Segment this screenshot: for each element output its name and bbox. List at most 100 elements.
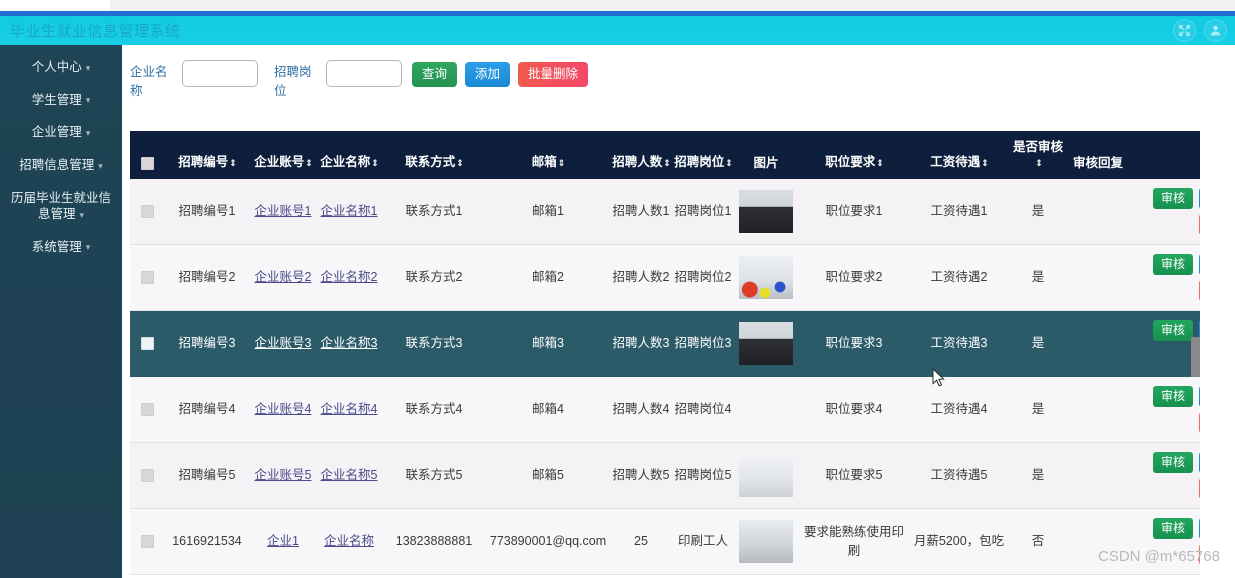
row-checkbox[interactable] — [140, 403, 154, 417]
row-checkbox-cell[interactable] — [130, 442, 164, 509]
cell-requirement: 职位要求5 — [798, 442, 910, 509]
sidebar-item-recruitment-management[interactable]: 招聘信息管理 ▾ — [0, 149, 122, 182]
cell-account[interactable]: 企业账号4 — [250, 376, 316, 443]
sidebar-item-enterprise-management[interactable]: 企业管理 ▾ — [0, 116, 122, 149]
col-header-account[interactable]: 企业账号⇕ — [250, 131, 316, 179]
col-header-post[interactable]: 招聘岗位⇕ — [672, 131, 734, 179]
audit-button[interactable]: 审核 — [1152, 320, 1193, 341]
table-row[interactable]: 招聘编号2 企业账号2 企业名称2 联系方式2 邮箱2 招聘人数2 招聘岗位2 职位要求2 工资… — [130, 244, 1210, 311]
company-link[interactable]: 企业名称2 — [321, 270, 378, 284]
table-row[interactable]: 招聘编号3 企业账号3 企业名称3 联系方式3 邮箱3 招聘人数3 招聘岗位3 职位要求3 工资… — [130, 310, 1210, 377]
col-header-code[interactable]: 招聘编号⇕ — [164, 131, 250, 179]
row-checkbox-cell[interactable] — [130, 244, 164, 311]
row-checkbox-cell[interactable] — [130, 310, 164, 377]
cell-audited: 是 — [1008, 179, 1068, 245]
cell-account[interactable]: 企业账号3 — [250, 310, 316, 377]
sidebar-item-personal-center[interactable]: 个人中心 ▾ — [0, 45, 122, 84]
company-name-input[interactable] — [182, 60, 258, 87]
col-header-email[interactable]: 邮箱⇕ — [486, 131, 610, 179]
row-checkbox-cell[interactable] — [130, 179, 164, 245]
row-checkbox[interactable] — [140, 469, 154, 483]
job-thumbnail[interactable] — [739, 454, 793, 497]
account-link[interactable]: 企业账号4 — [255, 402, 312, 416]
audit-button[interactable]: 审核 — [1152, 254, 1193, 275]
audit-button[interactable]: 审核 — [1152, 452, 1193, 473]
job-post-input[interactable] — [326, 60, 402, 87]
sidebar-item-system-management[interactable]: 系统管理 ▾ — [0, 231, 122, 264]
cell-account[interactable]: 企业账号1 — [250, 179, 316, 245]
cell-image[interactable] — [734, 244, 798, 311]
audit-button[interactable]: 审核 — [1152, 188, 1193, 209]
cell-account[interactable]: 企业1 — [250, 508, 316, 575]
job-thumbnail[interactable] — [739, 190, 793, 233]
col-header-contact[interactable]: 联系方式⇕ — [382, 131, 486, 179]
row-checkbox[interactable] — [140, 271, 154, 285]
sort-icon: ⇕ — [557, 158, 565, 168]
col-header-salary[interactable]: 工资待遇⇕ — [910, 131, 1008, 179]
cell-company[interactable]: 企业名称1 — [316, 179, 382, 245]
job-thumbnail[interactable] — [739, 256, 793, 299]
account-link[interactable]: 企业账号5 — [255, 468, 312, 482]
table-row[interactable]: 招聘编号4 企业账号4 企业名称4 联系方式4 邮箱4 招聘人数4 招聘岗位4 职位要求4 工资… — [130, 376, 1210, 443]
job-thumbnail[interactable] — [739, 322, 793, 365]
table-row[interactable]: 招聘编号5 企业账号5 企业名称5 联系方式5 邮箱5 招聘人数5 招聘岗位5 职位要求5 工资… — [130, 442, 1210, 509]
company-link[interactable]: 企业名称3 — [321, 336, 378, 350]
select-all-checkbox[interactable] — [140, 157, 154, 171]
cell-company[interactable]: 企业名称2 — [316, 244, 382, 311]
row-checkbox[interactable] — [140, 337, 154, 351]
cell-image[interactable] — [734, 376, 798, 443]
account-link[interactable]: 企业1 — [267, 534, 299, 548]
job-post-label: 招聘岗位 — [274, 65, 312, 98]
col-header-company[interactable]: 企业名称⇕ — [316, 131, 382, 179]
col-header-count[interactable]: 招聘人数⇕ — [610, 131, 672, 179]
company-link[interactable]: 企业名称 — [324, 534, 374, 548]
cell-company[interactable]: 企业名称4 — [316, 376, 382, 443]
audit-button[interactable]: 审核 — [1152, 518, 1193, 539]
row-checkbox[interactable] — [140, 535, 154, 549]
audit-button[interactable]: 审核 — [1152, 386, 1193, 407]
sidebar-item-alumni-employment-management[interactable]: 历届毕业生就业信息管理 ▾ — [0, 182, 122, 231]
cell-company[interactable]: 企业名称5 — [316, 442, 382, 509]
cell-account[interactable]: 企业账号2 — [250, 244, 316, 311]
col-header-image: 图片 — [734, 131, 798, 179]
sidebar-item-student-management[interactable]: 学生管理 ▾ — [0, 84, 122, 117]
cell-image[interactable] — [734, 179, 798, 245]
fullscreen-icon[interactable] — [1173, 19, 1196, 42]
col-label: 职位要求 — [825, 155, 876, 169]
company-link[interactable]: 企业名称1 — [321, 204, 378, 218]
cell-email: 邮箱1 — [486, 179, 610, 245]
row-checkbox-cell[interactable] — [130, 376, 164, 443]
account-link[interactable]: 企业账号3 — [255, 336, 312, 350]
table-row[interactable]: 1616921534 企业1 企业名称 13823888881 773890001@qq… — [130, 508, 1210, 575]
col-header-requirement[interactable]: 职位要求⇕ — [798, 131, 910, 179]
add-button[interactable]: 添加 — [465, 62, 511, 87]
cell-company[interactable]: 企业名称3 — [316, 310, 382, 377]
cell-salary: 工资待遇2 — [910, 244, 1008, 311]
search-button[interactable]: 查询 — [412, 62, 458, 87]
table-body: 招聘编号1 企业账号1 企业名称1 联系方式1 邮箱1 招聘人数1 招聘岗位1 职位要求1 工资… — [130, 179, 1210, 575]
cell-image[interactable] — [734, 508, 798, 575]
table-row[interactable]: 招聘编号1 企业账号1 企业名称1 联系方式1 邮箱1 招聘人数1 招聘岗位1 职位要求1 工资… — [130, 179, 1210, 245]
col-header-operations: 操作 — [1128, 131, 1210, 179]
cell-image[interactable] — [734, 442, 798, 509]
col-header-audited[interactable]: 是否审核 ⇕ — [1008, 131, 1068, 179]
col-header-reply: 审核回复 — [1068, 131, 1128, 179]
batch-delete-button[interactable]: 批量删除 — [518, 62, 589, 87]
company-link[interactable]: 企业名称5 — [321, 468, 378, 482]
sidebar-item-label: 企业管理 — [31, 125, 82, 140]
job-thumbnail[interactable] — [739, 388, 793, 431]
user-icon[interactable] — [1204, 19, 1227, 42]
row-checkbox[interactable] — [140, 205, 154, 219]
cell-image[interactable] — [734, 310, 798, 377]
sort-icon: ⇕ — [305, 158, 312, 168]
col-label: 审核回复 — [1072, 156, 1123, 170]
company-link[interactable]: 企业名称4 — [321, 402, 378, 416]
cell-company[interactable]: 企业名称 — [316, 508, 382, 575]
row-checkbox-cell[interactable] — [130, 508, 164, 575]
account-link[interactable]: 企业账号2 — [255, 270, 312, 284]
vertical-scrollbar-thumb[interactable] — [1191, 337, 1200, 377]
cell-account[interactable]: 企业账号5 — [250, 442, 316, 509]
job-thumbnail[interactable] — [739, 520, 793, 563]
select-all-header[interactable] — [130, 131, 164, 179]
account-link[interactable]: 企业账号1 — [255, 204, 312, 218]
